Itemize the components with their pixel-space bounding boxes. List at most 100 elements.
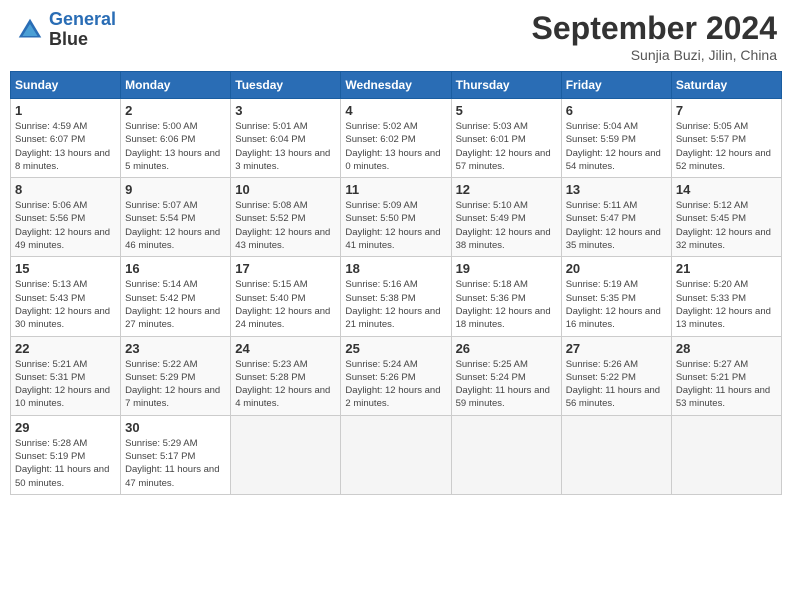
table-row: 4 Sunrise: 5:02 AMSunset: 6:02 PMDaylight…: [341, 99, 451, 178]
day-number: 24: [235, 341, 336, 356]
table-row: 26 Sunrise: 5:25 AMSunset: 5:24 PMDayligh…: [451, 336, 561, 415]
table-row: 12Sunrise: 5:10 AMSunset: 5:49 PMDayligh…: [451, 178, 561, 257]
day-number: 11: [345, 182, 446, 197]
table-row: 15 Sunrise: 5:13 AMSunset: 5:43 PMDayligh…: [11, 257, 121, 336]
table-row: 18Sunrise: 5:16 AMSunset: 5:38 PMDayligh…: [341, 257, 451, 336]
day-info: Sunrise: 5:29 AMSunset: 5:17 PMDaylight:…: [125, 437, 226, 490]
table-row: 10 Sunrise: 5:08 AMSunset: 5:52 PMDayligh…: [231, 178, 341, 257]
table-row: 11 Sunrise: 5:09 AMSunset: 5:50 PMDayligh…: [341, 178, 451, 257]
day-info: Sunrise: 5:26 AMSunset: 5:22 PMDaylight:…: [566, 358, 667, 411]
day-number: 20: [566, 261, 667, 276]
day-number: 29: [15, 420, 116, 435]
month-title: September 2024: [532, 10, 777, 47]
day-info: Sunrise: 5:07 AMSunset: 5:54 PMDaylight:…: [125, 199, 226, 252]
table-row: 24Sunrise: 5:23 AMSunset: 5:28 PMDayligh…: [231, 336, 341, 415]
table-row: 29 Sunrise: 5:28 AMSunset: 5:19 PMDayligh…: [11, 415, 121, 494]
day-number: 8: [15, 182, 116, 197]
table-row: [451, 415, 561, 494]
weekday-header-monday: Monday: [121, 72, 231, 99]
day-number: 28: [676, 341, 777, 356]
day-info: Sunrise: 5:16 AMSunset: 5:38 PMDaylight:…: [345, 278, 446, 331]
table-row: 1 Sunrise: 4:59 AMSunset: 6:07 PMDaylight…: [11, 99, 121, 178]
day-number: 14: [676, 182, 777, 197]
day-number: 3: [235, 103, 336, 118]
day-info: Sunrise: 5:13 AMSunset: 5:43 PMDaylight:…: [15, 278, 116, 331]
table-row: [341, 415, 451, 494]
day-info: Sunrise: 5:11 AMSunset: 5:47 PMDaylight:…: [566, 199, 667, 252]
day-info: Sunrise: 5:06 AMSunset: 5:56 PMDaylight:…: [15, 199, 116, 252]
day-number: 9: [125, 182, 226, 197]
table-row: 6 Sunrise: 5:04 AMSunset: 5:59 PMDaylight…: [561, 99, 671, 178]
table-row: 21 Sunrise: 5:20 AMSunset: 5:33 PMDayligh…: [671, 257, 781, 336]
day-info: Sunrise: 5:12 AMSunset: 5:45 PMDaylight:…: [676, 199, 777, 252]
table-row: 14 Sunrise: 5:12 AMSunset: 5:45 PMDayligh…: [671, 178, 781, 257]
table-row: 5 Sunrise: 5:03 AMSunset: 6:01 PMDaylight…: [451, 99, 561, 178]
day-number: 25: [345, 341, 446, 356]
day-number: 27: [566, 341, 667, 356]
day-number: 6: [566, 103, 667, 118]
day-number: 2: [125, 103, 226, 118]
table-row: 13 Sunrise: 5:11 AMSunset: 5:47 PMDayligh…: [561, 178, 671, 257]
logo: General Blue: [15, 10, 116, 50]
day-number: 22: [15, 341, 116, 356]
logo-icon: [15, 15, 45, 45]
table-row: 20Sunrise: 5:19 AMSunset: 5:35 PMDayligh…: [561, 257, 671, 336]
table-row: 8 Sunrise: 5:06 AMSunset: 5:56 PMDaylight…: [11, 178, 121, 257]
day-info: Sunrise: 5:02 AMSunset: 6:02 PMDaylight:…: [345, 120, 446, 173]
day-info: Sunrise: 5:05 AMSunset: 5:57 PMDaylight:…: [676, 120, 777, 173]
table-row: [231, 415, 341, 494]
day-number: 17: [235, 261, 336, 276]
day-info: Sunrise: 5:20 AMSunset: 5:33 PMDaylight:…: [676, 278, 777, 331]
table-row: 7 Sunrise: 5:05 AMSunset: 5:57 PMDaylight…: [671, 99, 781, 178]
table-row: 9 Sunrise: 5:07 AMSunset: 5:54 PMDaylight…: [121, 178, 231, 257]
day-info: Sunrise: 5:21 AMSunset: 5:31 PMDaylight:…: [15, 358, 116, 411]
day-info: Sunrise: 5:03 AMSunset: 6:01 PMDaylight:…: [456, 120, 557, 173]
day-info: Sunrise: 5:04 AMSunset: 5:59 PMDaylight:…: [566, 120, 667, 173]
weekday-header-tuesday: Tuesday: [231, 72, 341, 99]
table-row: 23 Sunrise: 5:22 AMSunset: 5:29 PMDayligh…: [121, 336, 231, 415]
table-row: 2 Sunrise: 5:00 AMSunset: 6:06 PMDaylight…: [121, 99, 231, 178]
day-info: Sunrise: 4:59 AMSunset: 6:07 PMDaylight:…: [15, 120, 116, 173]
table-row: 3Sunrise: 5:01 AMSunset: 6:04 PMDaylight…: [231, 99, 341, 178]
day-info: Sunrise: 5:00 AMSunset: 6:06 PMDaylight:…: [125, 120, 226, 173]
day-number: 4: [345, 103, 446, 118]
weekday-header-wednesday: Wednesday: [341, 72, 451, 99]
table-row: 30 Sunrise: 5:29 AMSunset: 5:17 PMDayligh…: [121, 415, 231, 494]
day-number: 5: [456, 103, 557, 118]
day-info: Sunrise: 5:28 AMSunset: 5:19 PMDaylight:…: [15, 437, 116, 490]
day-info: Sunrise: 5:08 AMSunset: 5:52 PMDaylight:…: [235, 199, 336, 252]
day-number: 1: [15, 103, 116, 118]
table-row: 17 Sunrise: 5:15 AMSunset: 5:40 PMDayligh…: [231, 257, 341, 336]
day-number: 7: [676, 103, 777, 118]
day-number: 13: [566, 182, 667, 197]
table-row: 27 Sunrise: 5:26 AMSunset: 5:22 PMDayligh…: [561, 336, 671, 415]
page-header: General Blue September 2024 Sunjia Buzi,…: [10, 10, 782, 63]
table-row: 28 Sunrise: 5:27 AMSunset: 5:21 PMDayligh…: [671, 336, 781, 415]
location: Sunjia Buzi, Jilin, China: [532, 47, 777, 63]
day-info: Sunrise: 5:14 AMSunset: 5:42 PMDaylight:…: [125, 278, 226, 331]
day-number: 21: [676, 261, 777, 276]
day-info: Sunrise: 5:09 AMSunset: 5:50 PMDaylight:…: [345, 199, 446, 252]
weekday-header-saturday: Saturday: [671, 72, 781, 99]
table-row: 16 Sunrise: 5:14 AMSunset: 5:42 PMDayligh…: [121, 257, 231, 336]
table-row: 25 Sunrise: 5:24 AMSunset: 5:26 PMDayligh…: [341, 336, 451, 415]
logo-text: General Blue: [49, 10, 116, 50]
day-number: 19: [456, 261, 557, 276]
day-info: Sunrise: 5:18 AMSunset: 5:36 PMDaylight:…: [456, 278, 557, 331]
day-number: 10: [235, 182, 336, 197]
title-block: September 2024 Sunjia Buzi, Jilin, China: [532, 10, 777, 63]
day-number: 15: [15, 261, 116, 276]
day-info: Sunrise: 5:22 AMSunset: 5:29 PMDaylight:…: [125, 358, 226, 411]
day-number: 16: [125, 261, 226, 276]
day-info: Sunrise: 5:10 AMSunset: 5:49 PMDaylight:…: [456, 199, 557, 252]
day-info: Sunrise: 5:27 AMSunset: 5:21 PMDaylight:…: [676, 358, 777, 411]
day-info: Sunrise: 5:24 AMSunset: 5:26 PMDaylight:…: [345, 358, 446, 411]
calendar: SundayMondayTuesdayWednesdayThursdayFrid…: [10, 71, 782, 495]
weekday-header-friday: Friday: [561, 72, 671, 99]
day-info: Sunrise: 5:15 AMSunset: 5:40 PMDaylight:…: [235, 278, 336, 331]
day-number: 23: [125, 341, 226, 356]
day-number: 26: [456, 341, 557, 356]
day-info: Sunrise: 5:25 AMSunset: 5:24 PMDaylight:…: [456, 358, 557, 411]
weekday-header-sunday: Sunday: [11, 72, 121, 99]
day-number: 30: [125, 420, 226, 435]
